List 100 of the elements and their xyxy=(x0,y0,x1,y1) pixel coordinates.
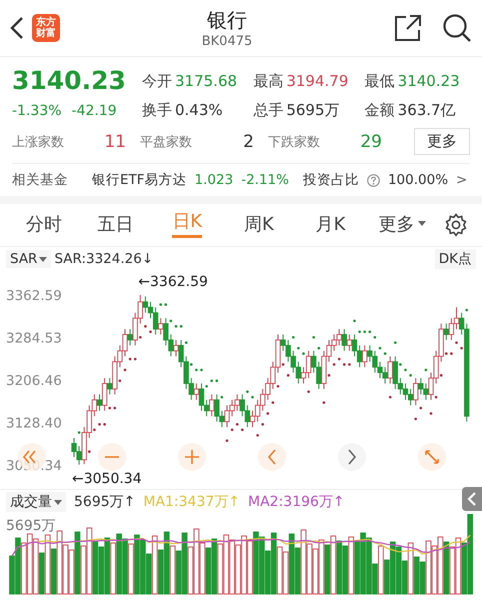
sar-dot xyxy=(358,330,361,334)
sar-dot xyxy=(338,358,340,360)
sar-dot xyxy=(180,325,182,328)
chevron-icon[interactable]: > xyxy=(456,172,468,188)
volume-value: 5695万↑ xyxy=(74,493,136,511)
back-icon[interactable] xyxy=(10,16,24,40)
sar-dot xyxy=(174,325,178,328)
price-axis-label: 3362.59 xyxy=(6,288,62,304)
breadth-count: 29 xyxy=(360,132,382,152)
sar-dot xyxy=(226,439,228,442)
fund-name[interactable]: 银行ETF易方达 xyxy=(92,171,187,189)
price-axis-label: 3128.40 xyxy=(6,416,62,432)
sar-dot xyxy=(216,380,218,382)
sar-dot xyxy=(307,390,310,393)
sar-dot xyxy=(286,374,290,377)
sar-dot xyxy=(128,358,132,360)
stat-label: 总手 xyxy=(253,101,284,120)
sar-dot xyxy=(170,320,172,322)
price-axis-label: 3206.46 xyxy=(6,373,62,389)
price-axis-label: 3284.53 xyxy=(6,330,62,346)
sar-dot xyxy=(384,352,386,355)
sar-dot xyxy=(322,401,326,404)
sar-dot xyxy=(388,396,392,398)
caret-icon xyxy=(418,221,426,226)
breadth-label: 平盘家数 xyxy=(140,134,193,150)
search-icon[interactable] xyxy=(442,13,472,43)
sar-dot xyxy=(430,412,432,415)
sar-dot xyxy=(399,363,402,366)
period-tab[interactable]: 月K xyxy=(294,206,366,244)
period-tab[interactable]: 分时 xyxy=(8,206,80,244)
stat-value: 3175.68 xyxy=(175,72,238,90)
side-panel-button[interactable] xyxy=(462,487,482,511)
indicator-dropdown[interactable]: SAR xyxy=(6,250,52,268)
share-icon[interactable] xyxy=(394,14,422,42)
sar-dot xyxy=(348,363,351,366)
sar-dot xyxy=(124,368,126,372)
sector-code: BK0475 xyxy=(202,34,252,49)
sar-dot xyxy=(205,384,208,388)
sar-dot xyxy=(414,418,417,420)
stat-label: 最高 xyxy=(253,72,284,90)
sar-value: SAR:3324.26↓ xyxy=(54,251,154,267)
volume-axis-label: 5695万 xyxy=(6,518,56,534)
period-tab[interactable]: 更多 xyxy=(366,206,438,244)
sar-dot xyxy=(404,368,407,372)
ma1-value: MA1:3437万↑ xyxy=(143,493,240,511)
sar-dot xyxy=(343,363,346,366)
sar-dot xyxy=(318,346,320,350)
sar-dot xyxy=(118,380,122,382)
settings-icon[interactable] xyxy=(444,213,468,237)
sar-dot xyxy=(276,384,280,388)
sar-dot xyxy=(261,423,264,426)
caret-icon xyxy=(54,500,62,504)
max-price-marker: ←3362.59 xyxy=(138,274,208,290)
sar-dot xyxy=(195,368,198,372)
ratio-value: 100.00% xyxy=(388,172,448,188)
sar-dot xyxy=(465,308,468,312)
caret-icon xyxy=(39,256,48,262)
zoom-in-icon[interactable] xyxy=(178,443,206,471)
expand-icon[interactable] xyxy=(418,443,446,471)
sar-dot xyxy=(256,434,259,437)
more-button[interactable]: 更多 xyxy=(414,128,470,155)
period-tab[interactable]: 五日 xyxy=(80,206,152,244)
stat-value: 0.43% xyxy=(175,101,223,120)
help-icon[interactable] xyxy=(366,174,380,186)
sar-dot xyxy=(241,428,244,432)
sar-dot xyxy=(236,423,238,426)
sar-dot xyxy=(455,341,458,344)
fund-price: 1.023 xyxy=(194,172,234,188)
sar-dot xyxy=(450,352,453,355)
sar-dot xyxy=(184,341,188,344)
sar-dot xyxy=(93,428,96,432)
sar-dot xyxy=(424,368,428,372)
breadth-label: 下跌家数 xyxy=(268,134,321,150)
sar-dot xyxy=(246,390,249,393)
stat-label: 今开 xyxy=(142,72,172,90)
stat-value: 3140.23 xyxy=(398,72,460,90)
period-tab[interactable]: 周K xyxy=(223,206,295,244)
zoom-out-icon[interactable] xyxy=(98,443,126,471)
previous-icon[interactable] xyxy=(258,443,286,471)
sar-dot xyxy=(78,431,80,434)
sar-dot xyxy=(220,396,224,398)
ma2-value: MA2:3196万↑ xyxy=(248,493,345,511)
logo-text: 财富 xyxy=(36,28,56,39)
sar-dot xyxy=(159,303,162,306)
sar-dot xyxy=(440,374,442,377)
sar-dot xyxy=(190,363,193,366)
next-icon[interactable] xyxy=(338,443,366,471)
stat-label: 最低 xyxy=(364,72,395,90)
volume-dropdown[interactable]: 成交量 xyxy=(6,492,66,512)
sar-dot xyxy=(103,423,106,426)
sar-dot xyxy=(144,325,147,328)
sar-dot xyxy=(282,363,284,366)
sar-dot xyxy=(353,320,356,322)
change-percent: -1.33% xyxy=(12,102,62,118)
breadth-label: 上涨家数 xyxy=(12,134,65,150)
stat-value: 3194.79 xyxy=(286,72,348,90)
sar-dot xyxy=(292,336,295,339)
sar-dot xyxy=(88,450,91,453)
sar-dot xyxy=(139,336,142,339)
dk-button[interactable]: DK点 xyxy=(434,249,476,269)
